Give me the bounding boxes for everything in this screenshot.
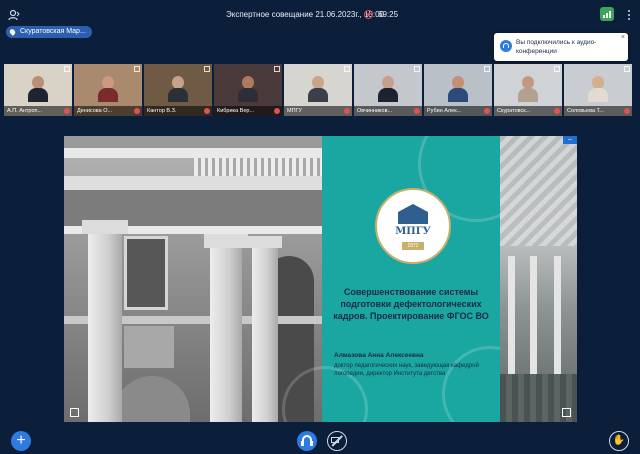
notification-text: Вы подключились к аудио-конференции [516, 39, 597, 55]
expand-icon[interactable] [344, 66, 350, 72]
camera-off-icon[interactable] [327, 431, 347, 451]
participant-figure [518, 76, 538, 102]
fullscreen-icon[interactable] [70, 408, 79, 417]
mic-muted-icon [624, 108, 630, 114]
participant-name: Денисова О... [74, 106, 142, 116]
university-emblem: МПГУ 1872 [375, 188, 451, 264]
expand-icon[interactable] [134, 66, 140, 72]
meeting-title: Экспертное совещание 21.06.2023г., 15:00 [226, 10, 385, 19]
participant-figure [28, 76, 48, 102]
more-options-icon[interactable] [624, 8, 634, 20]
headset-icon [500, 40, 512, 52]
mic-muted-icon [204, 108, 210, 114]
meeting-timer: 69:25 [378, 10, 399, 19]
participant-tile[interactable]: А.П. Антроп... [4, 64, 72, 116]
signal-bars-icon[interactable] [600, 7, 614, 21]
participant-tile[interactable]: Соловьева Т... [564, 64, 632, 116]
building-photo [64, 136, 322, 422]
headset-icon[interactable] [297, 431, 317, 451]
participant-tile[interactable]: МПГУ [284, 64, 352, 116]
participant-name: Кибрика Вер... [214, 106, 282, 116]
participant-figure [168, 76, 188, 102]
participant-name: А.П. Антроп... [4, 106, 72, 116]
participant-figure [448, 76, 468, 102]
expand-icon[interactable] [204, 66, 210, 72]
participants-icon[interactable] [7, 8, 21, 22]
mic-muted-icon [344, 108, 350, 114]
participant-name: Соловьева Т... [564, 106, 632, 116]
mic-muted-icon [484, 108, 490, 114]
participant-tile[interactable]: Овчинников... [354, 64, 422, 116]
expand-icon[interactable] [624, 66, 630, 72]
expand-icon[interactable] [64, 66, 70, 72]
emblem-abbr: МПГУ [395, 226, 431, 237]
participant-figure [588, 76, 608, 102]
recording-icon [364, 10, 373, 19]
fullscreen-icon[interactable] [562, 408, 571, 417]
room-chip-label: Скуратовская Мар... [20, 28, 86, 35]
collapse-button[interactable]: – [563, 136, 577, 144]
participant-tile[interactable]: Рубин Алек... [424, 64, 492, 116]
participant-figure [378, 76, 398, 102]
close-icon[interactable]: × [621, 34, 625, 41]
top-bar: Экспертное совещание 21.06.2023г., 15:00… [0, 0, 640, 30]
participant-figure [238, 76, 258, 102]
participant-name: МПГУ [284, 106, 352, 116]
participant-name: Рубин Алек... [424, 106, 492, 116]
mic-muted-icon [414, 108, 420, 114]
participant-tile[interactable]: Кибрика Вер... [214, 64, 282, 116]
mic-muted-icon [554, 108, 560, 114]
participant-figure [98, 76, 118, 102]
slide-author: Алмазова Анна Алексеевна [334, 352, 424, 359]
participant-figure [308, 76, 328, 102]
pin-icon [8, 28, 17, 36]
participant-name: Кантор В.З. [144, 106, 212, 116]
hall-photo [500, 136, 577, 422]
expand-icon[interactable] [274, 66, 280, 72]
mic-muted-icon [134, 108, 140, 114]
slide-title: Совершенствование системы подготовки деф… [333, 287, 489, 321]
slide-author-details: доктор педагогических наук, заведующая к… [334, 363, 479, 377]
shared-presentation: МПГУ 1872 Совершенствование системы подг… [64, 136, 577, 422]
participant-name: Овчинников... [354, 106, 422, 116]
participant-tile[interactable]: Денисова О... [74, 64, 142, 116]
participants-strip: А.П. Антроп... Денисова О... Кантор В.З.… [4, 64, 636, 116]
expand-icon[interactable] [484, 66, 490, 72]
add-button[interactable]: + [11, 431, 31, 451]
mic-muted-icon [274, 108, 280, 114]
participant-tile[interactable]: Скуратовск... [494, 64, 562, 116]
building-icon [398, 204, 428, 224]
participant-name: Скуратовск... [494, 106, 562, 116]
expand-icon[interactable] [554, 66, 560, 72]
participant-tile[interactable]: Кантор В.З. [144, 64, 212, 116]
emblem-year: 1872 [402, 242, 424, 250]
slide-title-panel [282, 136, 538, 422]
raise-hand-button[interactable]: ✋ [609, 431, 629, 451]
room-chip[interactable]: Скуратовская Мар... [6, 26, 92, 38]
mic-muted-icon [64, 108, 70, 114]
audio-notification: Вы подключились к аудио-конференции × [494, 33, 628, 61]
expand-icon[interactable] [414, 66, 420, 72]
